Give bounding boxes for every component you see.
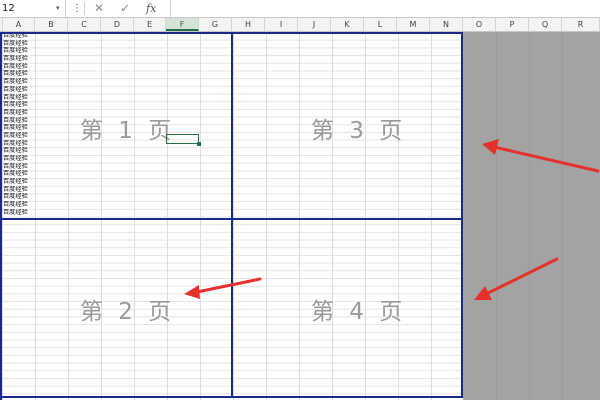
column-header-l[interactable]: L <box>364 18 397 31</box>
column-header-f[interactable]: F <box>166 18 199 31</box>
selected-cell[interactable] <box>166 134 199 144</box>
non-print-area[interactable] <box>463 32 600 400</box>
cell-a-text[interactable]: 百度经验 <box>3 170 35 178</box>
formula-input[interactable] <box>170 0 600 17</box>
page-label-3: 第 3 页 <box>311 118 407 144</box>
page-label-4: 第 4 页 <box>311 299 407 325</box>
page-break-horizontal-middle[interactable] <box>0 218 463 220</box>
page-break-left <box>0 32 2 400</box>
cell-a-text[interactable]: 百度经验 <box>3 47 35 55</box>
column-header-r[interactable]: R <box>562 18 600 31</box>
column-header-k[interactable]: K <box>331 18 364 31</box>
cell-a-text[interactable]: 百度经验 <box>3 209 35 217</box>
page-break-right[interactable] <box>461 32 463 398</box>
column-header-g[interactable]: G <box>199 18 232 31</box>
cell-a-text[interactable]: 百度经验 <box>3 63 35 71</box>
non-print-column-line <box>562 32 563 400</box>
cell-a-text[interactable]: 百度经验 <box>3 124 35 132</box>
formula-bar: 12 ▾ ⋮ ✕ ✓ fx <box>0 0 600 18</box>
cell-a-text[interactable]: 百度经验 <box>3 147 35 155</box>
enter-icon[interactable]: ✓ <box>120 0 130 17</box>
column-header-c[interactable]: C <box>68 18 101 31</box>
cell-a-text[interactable]: 百度经验 <box>3 40 35 48</box>
cancel-icon[interactable]: ✕ <box>94 0 104 17</box>
cell-a-text[interactable]: 百度经验 <box>3 140 35 148</box>
cell-a-text[interactable]: 百度经验 <box>3 78 35 86</box>
cell-a-text[interactable]: 百度经验 <box>3 155 35 163</box>
cell-a-text[interactable]: 百度经验 <box>3 193 35 201</box>
page-label-1: 第 1 页 <box>80 118 176 144</box>
cell-a-text[interactable]: 百度经验 <box>3 163 35 171</box>
cell-a-text[interactable]: 百度经验 <box>3 117 35 125</box>
column-header-q[interactable]: Q <box>529 18 562 31</box>
cell-a-text[interactable]: 百度经验 <box>3 94 35 102</box>
page-break-top <box>0 32 463 34</box>
cell-a-text[interactable]: 百度经验 <box>3 86 35 94</box>
column-header-h[interactable]: H <box>232 18 265 31</box>
column-header-row: ABCDEFGHIJKLMNOPQR <box>0 18 600 32</box>
column-header-d[interactable]: D <box>101 18 134 31</box>
formula-bar-divider <box>84 2 85 15</box>
cell-a-text[interactable]: 百度经验 <box>3 109 35 117</box>
column-header-j[interactable]: J <box>298 18 331 31</box>
column-header-m[interactable]: M <box>397 18 430 31</box>
column-header-p[interactable]: P <box>496 18 529 31</box>
name-box-dropdown-icon[interactable]: ▾ <box>56 0 60 17</box>
column-header-e[interactable]: E <box>134 18 166 31</box>
cell-a-text[interactable]: 百度经验 <box>3 55 35 63</box>
non-print-column-line <box>496 32 497 400</box>
column-header-i[interactable]: I <box>265 18 298 31</box>
more-options-icon[interactable]: ⋮ <box>72 0 82 17</box>
column-header-n[interactable]: N <box>430 18 463 31</box>
non-print-column-line <box>529 32 530 400</box>
cell-a-text[interactable]: 百度经验 <box>3 186 35 194</box>
cell-a-text[interactable]: 百度经验 <box>3 101 35 109</box>
column-a-cells: 百度经验 百度经验 百度经验 百度经验 百度经验 百度经验 百度经验 百度经验 百度经验 百度经验… <box>3 32 35 217</box>
cell-a-text[interactable]: 百度经验 <box>3 178 35 186</box>
cell-a-text[interactable]: 百度经验 <box>3 201 35 209</box>
cell-a-text[interactable]: 百度经验 <box>3 70 35 78</box>
page-break-bottom[interactable] <box>0 396 463 398</box>
page-label-2: 第 2 页 <box>80 299 176 325</box>
column-header-a[interactable]: A <box>3 18 35 31</box>
page-break-vertical-middle[interactable] <box>231 32 233 398</box>
cell-a-text[interactable]: 百度经验 <box>3 132 35 140</box>
column-header-b[interactable]: B <box>35 18 68 31</box>
column-header-o[interactable]: O <box>463 18 496 31</box>
fill-handle[interactable] <box>197 142 201 146</box>
insert-function-icon[interactable]: fx <box>146 0 156 17</box>
select-all-corner[interactable] <box>0 18 3 31</box>
